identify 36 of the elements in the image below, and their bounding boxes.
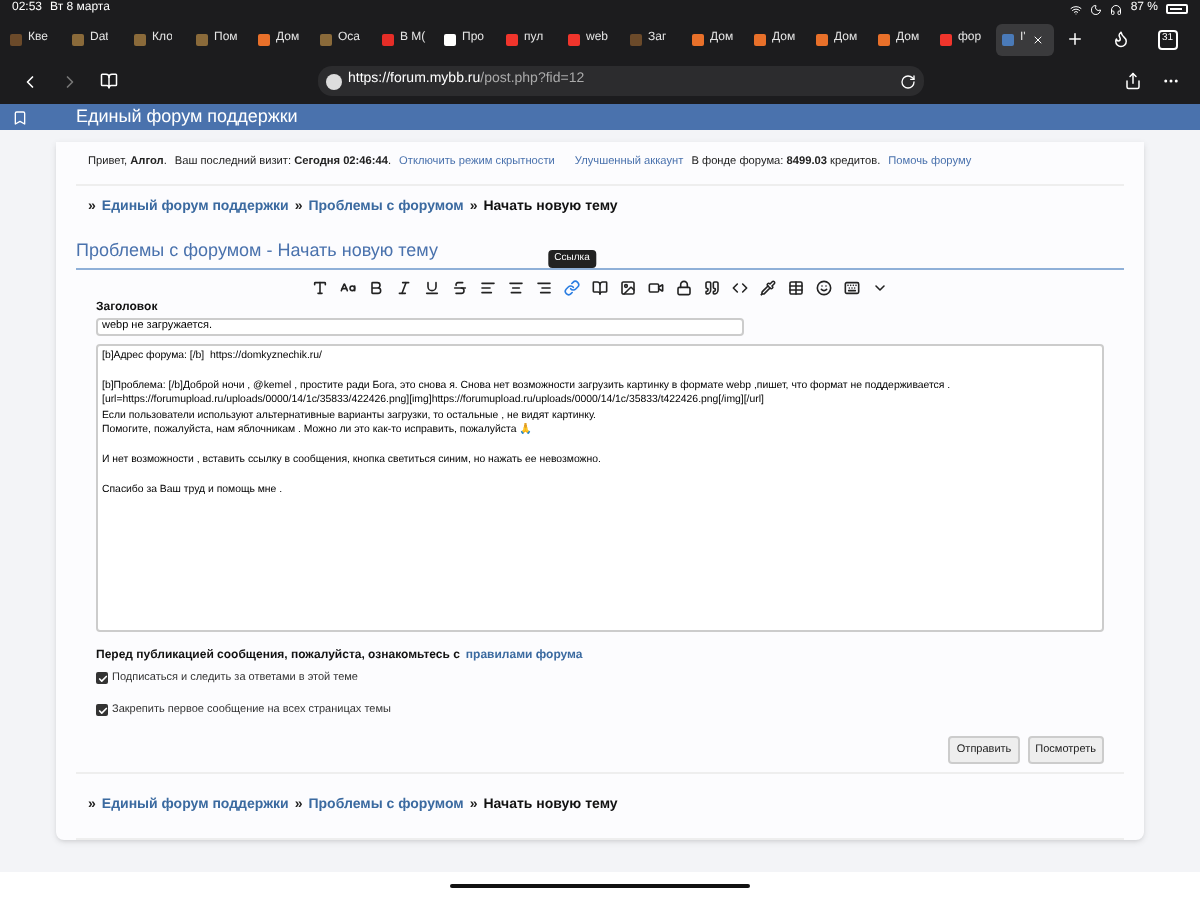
flame-icon[interactable] <box>1112 30 1130 49</box>
align-right-icon[interactable] <box>536 279 552 296</box>
battery-icon <box>1166 4 1188 15</box>
site-icon <box>326 73 342 90</box>
smile-icon[interactable] <box>816 279 832 296</box>
forum-title: Единый форум поддержки <box>76 106 298 129</box>
strikethrough-icon[interactable] <box>452 279 468 296</box>
lock-icon[interactable] <box>676 279 692 296</box>
align-left-icon[interactable] <box>480 279 496 296</box>
bookmark-icon <box>12 109 28 126</box>
close-icon[interactable] <box>1031 33 1044 46</box>
checkbox[interactable] <box>96 672 108 684</box>
image-icon[interactable] <box>620 279 636 296</box>
underline-icon[interactable] <box>424 279 440 296</box>
chevron-down-icon[interactable] <box>872 279 888 296</box>
table-icon[interactable] <box>788 279 804 296</box>
reader-icon[interactable] <box>100 72 118 91</box>
align-center-icon[interactable] <box>508 279 524 296</box>
reload-icon[interactable] <box>900 73 916 90</box>
share-icon[interactable] <box>1124 72 1142 91</box>
moon-icon <box>1090 3 1103 16</box>
pipette-icon[interactable] <box>760 279 776 296</box>
code-icon[interactable] <box>732 279 748 296</box>
italic-icon[interactable] <box>396 279 412 296</box>
font-icon[interactable] <box>312 279 328 296</box>
font-size-icon[interactable] <box>340 279 356 296</box>
checkbox[interactable] <box>96 704 108 717</box>
keyboard-icon[interactable] <box>844 279 860 296</box>
new-tab-icon[interactable] <box>1066 30 1084 49</box>
wifi-icon <box>1070 3 1083 16</box>
headphones-icon <box>1110 3 1123 16</box>
quote-icon[interactable] <box>704 279 720 296</box>
video-camera-icon[interactable] <box>648 279 664 296</box>
book-icon[interactable] <box>592 279 608 296</box>
bold-icon[interactable] <box>368 279 384 296</box>
link-icon[interactable] <box>564 279 580 296</box>
